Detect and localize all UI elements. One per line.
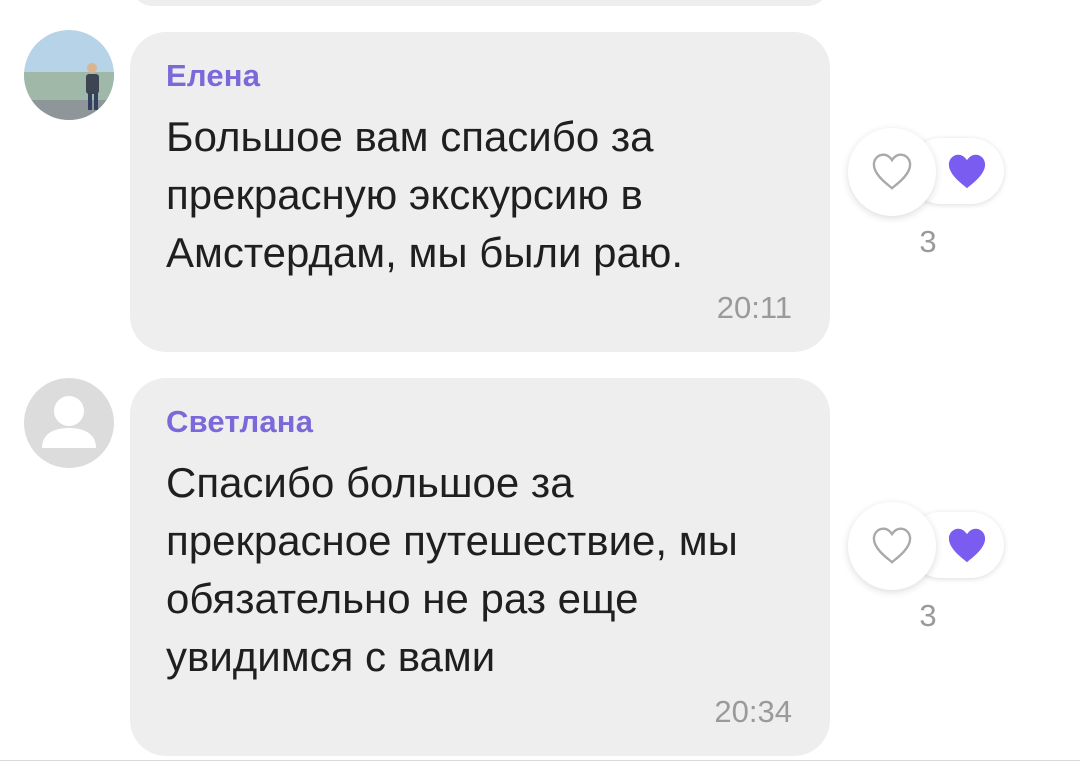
heart-filled-icon bbox=[948, 528, 986, 563]
message-text: Большое вам спасибо за прекрасную экскур… bbox=[166, 113, 683, 276]
heart-outline-icon bbox=[872, 527, 912, 564]
message-bubble[interactable]: Елена Большое вам спасибо за прекрасную … bbox=[130, 32, 830, 352]
divider bbox=[0, 760, 1080, 761]
sender-avatar[interactable] bbox=[24, 30, 114, 120]
sender-name[interactable]: Светлана bbox=[166, 404, 313, 440]
reaction-panel: 3 bbox=[848, 502, 1008, 652]
heart-outline-icon bbox=[872, 153, 912, 190]
default-user-icon bbox=[24, 378, 114, 468]
message-time: 20:34 bbox=[714, 694, 792, 729]
like-button[interactable] bbox=[848, 128, 936, 216]
like-count: 3 bbox=[919, 598, 937, 633]
user-photo-icon bbox=[24, 30, 114, 120]
heart-filled-icon bbox=[948, 154, 986, 189]
sender-name[interactable]: Елена bbox=[166, 58, 260, 94]
previous-message-bubble bbox=[130, 0, 830, 6]
like-count: 3 bbox=[919, 224, 937, 259]
sender-avatar[interactable] bbox=[24, 378, 114, 468]
like-button[interactable] bbox=[848, 502, 936, 590]
reaction-panel: 3 bbox=[848, 128, 1008, 278]
message-time: 20:11 bbox=[716, 290, 792, 325]
message-text: Спасибо большое за прекрасное путешестви… bbox=[166, 459, 738, 680]
message-bubble[interactable]: Светлана Спасибо большое за прекрасное п… bbox=[130, 378, 830, 756]
